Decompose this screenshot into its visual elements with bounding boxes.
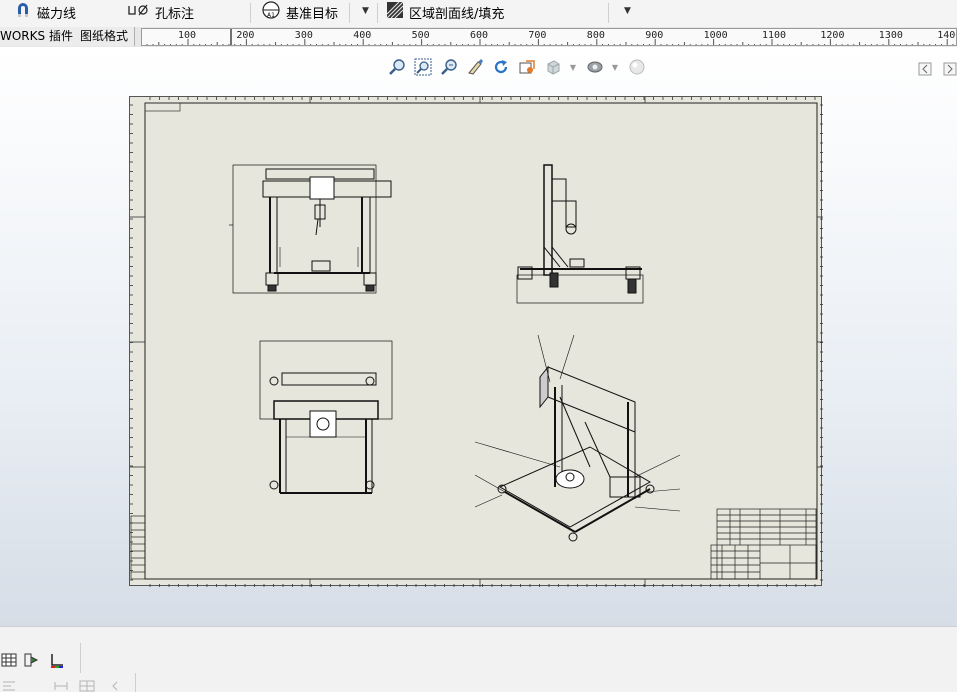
left-revision-block bbox=[130, 515, 146, 580]
zoom-to-area-icon[interactable] bbox=[413, 57, 433, 77]
view-orientation-icon[interactable] bbox=[543, 57, 563, 77]
hide-show-icon[interactable] bbox=[627, 57, 647, 77]
datum-target-button[interactable]: A1 基准目标 bbox=[261, 0, 339, 24]
area-hatch-label: 区域剖面线/填充 bbox=[409, 6, 505, 22]
ruler-label: 1200 bbox=[820, 30, 845, 41]
toolbar-separator bbox=[377, 3, 378, 23]
zoom-in-out-icon[interactable] bbox=[439, 57, 459, 77]
magnetic-line-label: 磁力线 bbox=[37, 6, 77, 22]
ruler-label: 400 bbox=[353, 30, 372, 41]
ruler-label: 100 bbox=[178, 30, 197, 41]
ruler-label: 800 bbox=[586, 30, 605, 41]
ruler-label: 1300 bbox=[878, 30, 903, 41]
toolbar-separator bbox=[608, 3, 609, 23]
ruler-label: 700 bbox=[528, 30, 547, 41]
title-block bbox=[710, 508, 817, 580]
top-view bbox=[259, 340, 393, 494]
magnet-icon bbox=[14, 1, 32, 23]
previous-view-icon[interactable] bbox=[517, 57, 537, 77]
dropdown-arrow-icon[interactable]: ▼ bbox=[624, 6, 631, 16]
line-color-icon[interactable] bbox=[48, 651, 66, 669]
tab-addins[interactable]: WORKS 插件 bbox=[0, 27, 80, 46]
dimension-icon[interactable] bbox=[52, 677, 70, 695]
pan-icon[interactable] bbox=[465, 57, 485, 77]
bottom-panel bbox=[0, 626, 957, 692]
ruler-label: 900 bbox=[645, 30, 664, 41]
hole-callout-icon bbox=[128, 3, 150, 21]
table-icon[interactable] bbox=[0, 651, 18, 669]
ruler-label: 1100 bbox=[762, 30, 787, 41]
rotate-icon[interactable] bbox=[491, 57, 511, 77]
horizontal-ruler: 100 200 300 400 500 600 700 800 900 1000 1100 1200 1… bbox=[141, 28, 957, 46]
zoom-to-fit-icon[interactable] bbox=[387, 57, 407, 77]
svg-text:A1: A1 bbox=[267, 12, 275, 19]
ruler-label: 300 bbox=[294, 30, 313, 41]
drawing-sheet-graphics bbox=[130, 97, 823, 587]
front-view bbox=[229, 164, 392, 294]
ruler-label: 600 bbox=[470, 30, 489, 41]
ruler-label: 200 bbox=[236, 30, 255, 41]
grid-icon[interactable] bbox=[78, 677, 96, 695]
ruler-label: 1000 bbox=[703, 30, 728, 41]
toolbar-separator bbox=[80, 643, 81, 673]
display-style-icon[interactable] bbox=[585, 57, 605, 77]
tab-sheet-format[interactable]: 图纸格式 bbox=[74, 27, 136, 46]
collapse-left-icon[interactable] bbox=[915, 59, 935, 79]
toolbar-separator bbox=[135, 673, 136, 692]
area-hatch-button[interactable]: 区域剖面线/填充 bbox=[386, 1, 505, 23]
side-view bbox=[516, 164, 644, 304]
ruler-label: 1400 bbox=[937, 30, 956, 41]
graphics-area[interactable]: ▼ ▼ bbox=[0, 47, 957, 626]
toolbar-separator bbox=[250, 3, 251, 23]
dropdown-arrow-icon[interactable]: ▼ bbox=[611, 57, 619, 77]
expand-right-icon[interactable] bbox=[940, 59, 957, 79]
datum-target-label: 基准目标 bbox=[286, 6, 339, 22]
isometric-view bbox=[474, 334, 681, 542]
magnetic-line-button[interactable]: 磁力线 bbox=[14, 2, 76, 22]
annotation-toolbar: 磁力线 孔标注 A1 基准目标 ▼ 区域剖面线/填充 ▼ bbox=[0, 0, 957, 28]
hole-callout-label: 孔标注 bbox=[155, 6, 195, 22]
dropdown-arrow-icon[interactable]: ▼ bbox=[362, 6, 369, 16]
ruler-label: 500 bbox=[411, 30, 430, 41]
top-left-label-box bbox=[144, 102, 181, 112]
datum-target-icon: A1 bbox=[261, 0, 281, 24]
hatch-icon bbox=[386, 1, 404, 23]
dropdown-arrow-icon[interactable]: ▼ bbox=[569, 57, 577, 77]
chevron-left-icon[interactable] bbox=[106, 677, 124, 695]
heads-up-view-toolbar: ▼ ▼ bbox=[387, 57, 653, 77]
drawing-sheet[interactable] bbox=[129, 96, 823, 587]
align-icon[interactable] bbox=[0, 677, 18, 695]
layer-icon[interactable] bbox=[22, 651, 40, 669]
hole-callout-button[interactable]: 孔标注 bbox=[128, 2, 194, 22]
toolbar-separator bbox=[349, 3, 350, 23]
